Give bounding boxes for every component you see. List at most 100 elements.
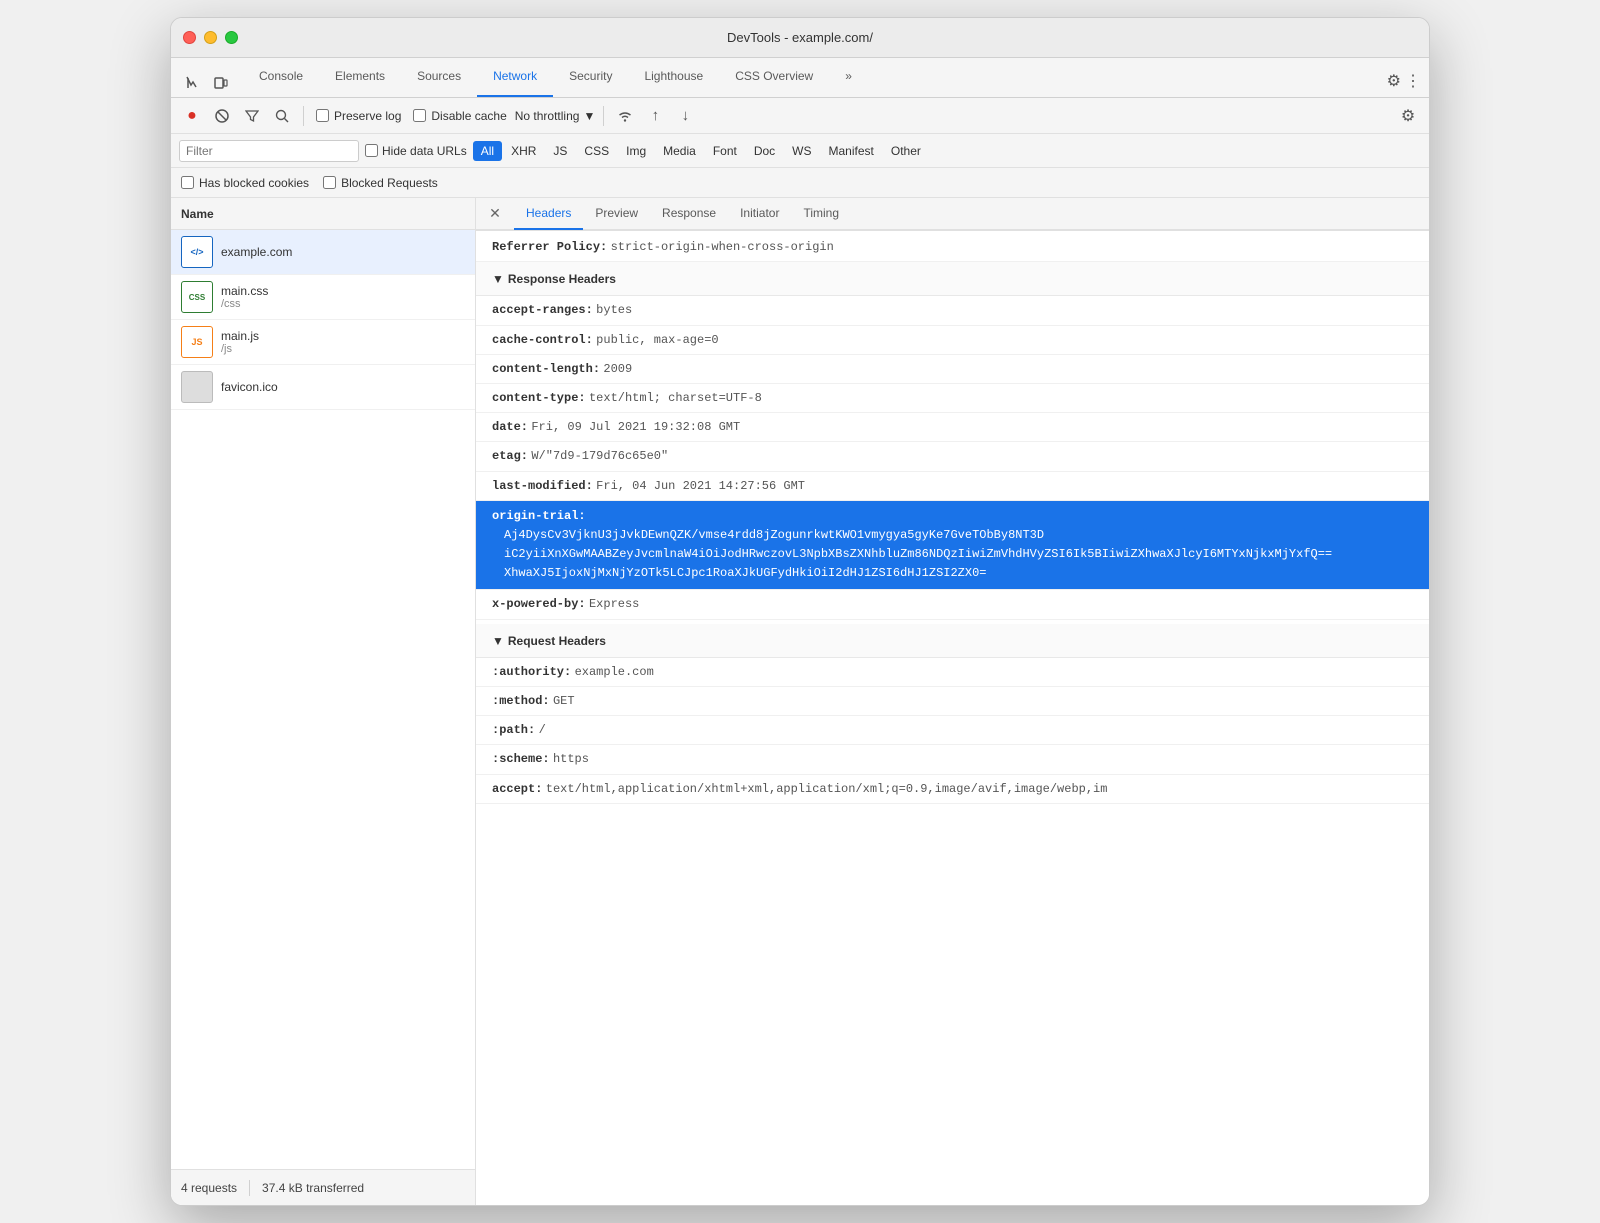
panel-close-button[interactable]: ✕ [482,201,508,227]
throttle-label: No throttling [515,109,580,123]
method-value: GET [553,694,575,708]
minimize-button[interactable] [204,31,217,44]
js-icon-label: JS [191,337,202,347]
inspect-icon[interactable] [179,69,207,97]
content-length-value: 2009 [603,362,632,376]
request-headers-section[interactable]: ▼ Request Headers [476,624,1429,658]
filter-type-media[interactable]: Media [655,141,704,161]
preserve-log-input[interactable] [316,109,329,122]
download-icon[interactable]: ↓ [672,103,698,129]
scheme-row: :scheme: https [476,745,1429,774]
disable-cache-input[interactable] [413,109,426,122]
tab-sources[interactable]: Sources [401,57,477,97]
tab-css-overview[interactable]: CSS Overview [719,57,829,97]
filter-type-manifest[interactable]: Manifest [821,141,882,161]
headers-content: Referrer Policy: strict-origin-when-cros… [476,230,1429,1205]
file-info-example-com: example.com [221,245,292,259]
tab-network[interactable]: Network [477,57,553,97]
hide-data-urls-checkbox[interactable]: Hide data URLs [365,144,467,158]
preserve-log-checkbox[interactable]: Preserve log [316,109,401,123]
panel-tab-initiator[interactable]: Initiator [728,198,791,230]
throttle-select[interactable]: No throttling ▼ [515,109,596,123]
panel-tab-response[interactable]: Response [650,198,728,230]
cache-control-value: public, max-age=0 [596,333,718,347]
accept-name: accept: [492,782,542,796]
has-blocked-cookies-checkbox[interactable]: Has blocked cookies [181,176,309,190]
date-name: date: [492,420,528,434]
response-headers-section[interactable]: ▼ Response Headers [476,262,1429,296]
requests-count: 4 requests [181,1181,237,1195]
filter-type-js[interactable]: JS [545,141,575,161]
filter-button[interactable] [239,103,265,129]
disable-cache-label: Disable cache [431,109,506,123]
tab-lighthouse[interactable]: Lighthouse [628,57,719,97]
hide-data-urls-input[interactable] [365,144,378,157]
panel-tab-headers[interactable]: Headers [514,198,583,230]
filter-input[interactable] [179,140,359,162]
tab-more[interactable]: » [829,57,868,97]
main-content: Name </> example.com CSS main.cs [171,198,1429,1205]
toolbar-divider-2 [603,106,604,126]
device-icon[interactable] [207,69,235,97]
response-headers-label: Response Headers [508,270,616,289]
origin-trial-row[interactable]: origin-trial: Aj4DysCv3VjknU3jJvkDEwnQZK… [476,501,1429,591]
filter-type-doc[interactable]: Doc [746,141,783,161]
filter-type-font[interactable]: Font [705,141,745,161]
more-options-icon[interactable]: ⋮ [1405,71,1421,91]
html-icon-label: </> [190,247,203,257]
file-info-main-js: main.js /js [221,329,259,355]
filter-type-css[interactable]: CSS [576,141,617,161]
throttle-arrow: ▼ [583,109,595,123]
toolbar-settings-icon[interactable]: ⚙ [1395,103,1421,129]
filter-type-all[interactable]: All [473,141,502,161]
file-item-main-css[interactable]: CSS main.css /css [171,275,475,320]
left-panel: Name </> example.com CSS main.cs [171,198,476,1205]
scheme-name: :scheme: [492,752,550,766]
close-button[interactable] [183,31,196,44]
method-row: :method: GET [476,687,1429,716]
blocked-requests-input[interactable] [323,176,336,189]
file-item-main-js[interactable]: JS main.js /js [171,320,475,365]
panel-tab-timing[interactable]: Timing [791,198,851,230]
settings-icon[interactable]: ⚙ [1387,71,1401,91]
panel-tab-preview[interactable]: Preview [583,198,650,230]
upload-icon[interactable]: ↑ [642,103,668,129]
filter-type-other[interactable]: Other [883,141,929,161]
toolbar-divider-1 [303,106,304,126]
file-path-main-js: /js [221,343,259,355]
tab-security[interactable]: Security [553,57,628,97]
content-type-name: content-type: [492,391,586,405]
accept-ranges-value: bytes [596,303,632,317]
content-type-value: text/html; charset=UTF-8 [589,391,762,405]
response-headers-arrow: ▼ [492,270,504,289]
file-path-main-css: /css [221,298,268,310]
file-name-main-js: main.js [221,329,259,343]
record-button[interactable]: ● [179,103,205,129]
clear-button[interactable] [209,103,235,129]
left-panel-header: Name [171,198,475,230]
tab-console[interactable]: Console [243,57,319,97]
x-powered-by-name: x-powered-by: [492,597,586,611]
tab-elements[interactable]: Elements [319,57,401,97]
referrer-policy-name: Referrer Policy: [492,240,607,254]
maximize-button[interactable] [225,31,238,44]
accept-value: text/html,application/xhtml+xml,applicat… [546,782,1108,796]
filter-type-ws[interactable]: WS [784,141,819,161]
has-blocked-cookies-input[interactable] [181,176,194,189]
file-icon-js: JS [181,326,213,358]
left-panel-footer: 4 requests 37.4 kB transferred [171,1169,475,1205]
referrer-policy-row: Referrer Policy: strict-origin-when-cros… [476,230,1429,262]
blocked-requests-checkbox[interactable]: Blocked Requests [323,176,438,190]
css-icon-label: CSS [189,293,205,302]
search-button[interactable] [269,103,295,129]
filter-type-img[interactable]: Img [618,141,654,161]
request-headers-arrow: ▼ [492,632,504,651]
filter-type-xhr[interactable]: XHR [503,141,544,161]
wifi-icon[interactable] [612,103,638,129]
file-item-favicon[interactable]: favicon.ico [171,365,475,410]
last-modified-row: last-modified: Fri, 04 Jun 2021 14:27:56… [476,472,1429,501]
filter-bar: Hide data URLs All XHR JS CSS Img Media … [171,134,1429,168]
disable-cache-checkbox[interactable]: Disable cache [413,109,506,123]
has-blocked-cookies-label: Has blocked cookies [199,176,309,190]
file-item-example-com[interactable]: </> example.com [171,230,475,275]
